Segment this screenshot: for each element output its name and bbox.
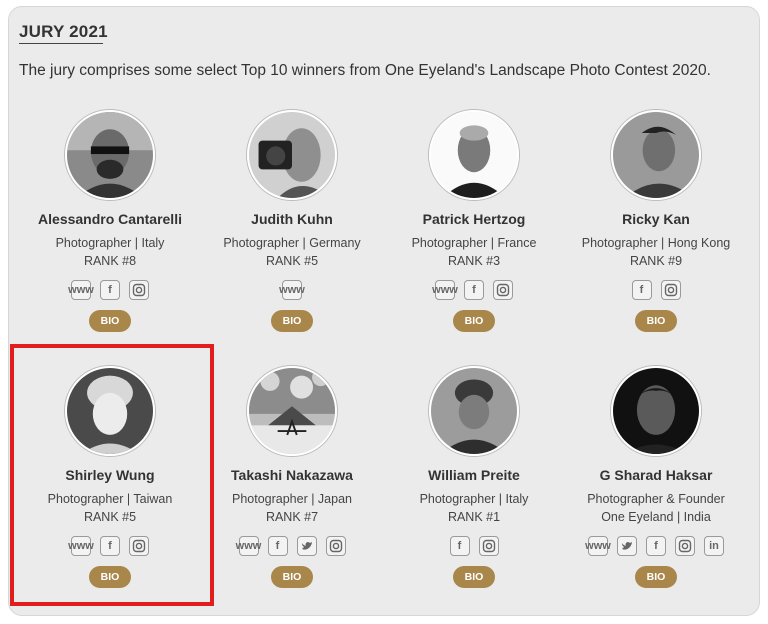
- avatar[interactable]: [429, 110, 519, 200]
- juror-rank: RANK #3: [447, 254, 501, 268]
- juror-rank: RANK #8: [83, 254, 137, 268]
- website-icon[interactable]: www: [236, 536, 261, 556]
- social-links: f: [565, 280, 747, 300]
- facebook-icon[interactable]: f: [646, 536, 666, 556]
- social-links: www f: [19, 280, 201, 300]
- twitter-icon[interactable]: [296, 536, 317, 556]
- bio-button[interactable]: BIO: [453, 566, 495, 588]
- juror-role: Photographer | Hong Kong: [581, 236, 731, 250]
- avatar[interactable]: [611, 110, 701, 200]
- juror-role: Photographer | Germany: [223, 236, 361, 250]
- avatar[interactable]: [247, 110, 337, 200]
- facebook-icon[interactable]: f: [100, 280, 120, 300]
- juror-name: Judith Kuhn: [251, 211, 333, 227]
- avatar[interactable]: [65, 110, 155, 200]
- juror-card-judith: Judith Kuhn Photographer | Germany RANK …: [201, 110, 383, 332]
- juror-rank: One Eyeland | India: [601, 510, 711, 524]
- juror-role: Photographer | Italy: [55, 236, 165, 250]
- juror-role: Photographer | France: [411, 236, 537, 250]
- juror-name: Takashi Nakazawa: [231, 467, 353, 483]
- highlight-box: [10, 344, 214, 606]
- section-intro: The jury comprises some select Top 10 wi…: [19, 62, 711, 79]
- bio-button[interactable]: BIO: [271, 310, 313, 332]
- website-icon[interactable]: www: [68, 280, 94, 300]
- juror-card-alessandro: Alessandro Cantarelli Photographer | Ita…: [19, 110, 201, 332]
- facebook-icon[interactable]: f: [631, 280, 652, 300]
- twitter-icon[interactable]: [617, 536, 637, 556]
- juror-name: Patrick Hertzog: [422, 211, 526, 227]
- instagram-icon[interactable]: [493, 280, 513, 300]
- instagram-icon[interactable]: [129, 280, 149, 300]
- juror-rank: RANK #7: [265, 510, 319, 524]
- title-underline: [19, 43, 103, 44]
- juror-name: Ricky Kan: [622, 211, 690, 227]
- avatar[interactable]: [247, 366, 337, 456]
- juror-card-sharad: G Sharad Haksar Photographer & Founder O…: [565, 366, 747, 588]
- juror-rank: RANK #5: [265, 254, 319, 268]
- bio-button[interactable]: BIO: [635, 310, 677, 332]
- social-links: www: [201, 280, 383, 300]
- juror-card-patrick: Patrick Hertzog Photographer | France RA…: [383, 110, 565, 332]
- social-links: www f: [201, 536, 383, 556]
- facebook-icon[interactable]: f: [267, 536, 288, 556]
- bio-button[interactable]: BIO: [635, 566, 677, 588]
- instagram-icon[interactable]: [325, 536, 346, 556]
- juror-name: Alessandro Cantarelli: [38, 211, 182, 227]
- juror-name: William Preite: [428, 467, 520, 483]
- linkedin-icon[interactable]: in: [704, 536, 724, 556]
- facebook-icon[interactable]: f: [449, 536, 470, 556]
- instagram-icon[interactable]: [675, 536, 695, 556]
- avatar[interactable]: [611, 366, 701, 456]
- bio-button[interactable]: BIO: [453, 310, 495, 332]
- juror-role: Photographer & Founder: [587, 492, 725, 506]
- instagram-icon[interactable]: [660, 280, 681, 300]
- juror-role: Photographer | Italy: [419, 492, 529, 506]
- juror-card-william: William Preite Photographer | Italy RANK…: [383, 366, 565, 588]
- social-links: www f: [383, 280, 565, 300]
- juror-rank: RANK #1: [447, 510, 501, 524]
- social-links: f: [383, 536, 565, 556]
- section-title: JURY 2021: [19, 22, 108, 41]
- avatar[interactable]: [429, 366, 519, 456]
- website-icon[interactable]: www: [432, 280, 458, 300]
- instagram-icon[interactable]: [478, 536, 499, 556]
- juror-role: Photographer | Japan: [231, 492, 352, 506]
- bio-button[interactable]: BIO: [271, 566, 313, 588]
- social-links: www f in: [565, 536, 747, 556]
- facebook-icon[interactable]: f: [464, 280, 484, 300]
- website-icon[interactable]: www: [279, 280, 305, 300]
- juror-card-takashi: Takashi Nakazawa Photographer | Japan RA…: [201, 366, 383, 588]
- juror-rank: RANK #9: [629, 254, 683, 268]
- juror-card-ricky: Ricky Kan Photographer | Hong Kong RANK …: [565, 110, 747, 332]
- website-icon[interactable]: www: [585, 536, 611, 556]
- juror-name: G Sharad Haksar: [599, 467, 713, 483]
- bio-button[interactable]: BIO: [89, 310, 131, 332]
